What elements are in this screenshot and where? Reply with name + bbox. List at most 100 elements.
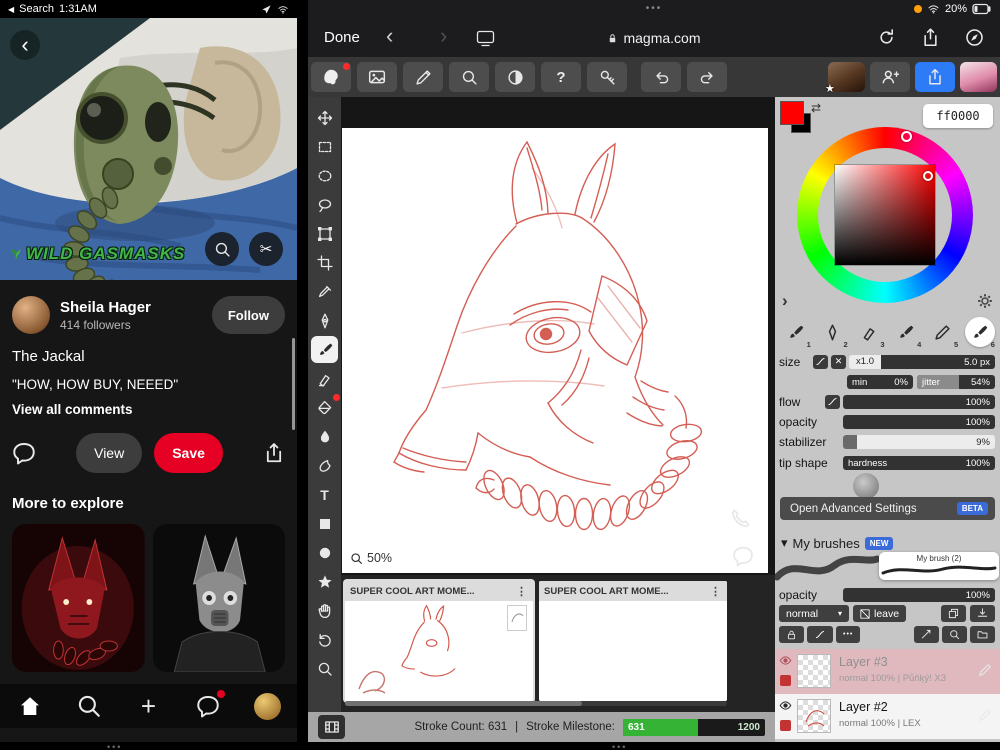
primary-color-swatch[interactable]: [780, 101, 804, 125]
back-to-app-label[interactable]: Search: [19, 3, 54, 15]
layer-folder-button[interactable]: [970, 626, 995, 643]
layer-row-2[interactable]: Layer #2 normal 100% | LEX: [775, 694, 1000, 739]
layer-more-button[interactable]: •••: [836, 626, 861, 643]
brush-tip-preview[interactable]: [853, 473, 879, 499]
projects-scrollbar[interactable]: [345, 701, 727, 706]
nav-home[interactable]: [10, 686, 50, 726]
project-tab-2[interactable]: SUPER COOL ART MOME... ⋮: [539, 581, 727, 701]
layer-thumbnail[interactable]: [797, 654, 831, 688]
save-button[interactable]: Save: [154, 433, 223, 473]
size-lock-toggle[interactable]: ✕: [831, 354, 846, 369]
ink-drop-tool[interactable]: [308, 422, 341, 451]
jitter-slider[interactable]: jitter 54%: [917, 374, 995, 389]
nav-search[interactable]: [69, 686, 109, 726]
explore-card-1[interactable]: [12, 524, 145, 672]
left-app-handle[interactable]: •••: [107, 742, 122, 750]
layer-visibility-icon[interactable]: [778, 699, 793, 712]
collapse-panel-chevron[interactable]: ›: [782, 291, 788, 311]
nav-inbox[interactable]: [188, 686, 228, 726]
reload-button[interactable]: [877, 28, 896, 47]
undo-button[interactable]: [641, 62, 681, 92]
clipping-mask-button[interactable]: [914, 626, 939, 643]
nav-create[interactable]: +: [128, 686, 168, 726]
zoom-indicator[interactable]: 50%: [350, 551, 392, 565]
merge-layer-button[interactable]: [970, 605, 995, 622]
hand-tool[interactable]: [308, 596, 341, 625]
mask-mode-button[interactable]: [495, 62, 535, 92]
brush-slot-2[interactable]: 2: [814, 315, 851, 349]
brush-slot-5[interactable]: 5: [924, 315, 961, 349]
voice-call-button[interactable]: [730, 507, 752, 529]
crop-share-button[interactable]: ✂: [249, 232, 283, 266]
brush-slot-3[interactable]: 3: [851, 315, 888, 349]
section-caret-icon[interactable]: ▾: [781, 535, 788, 551]
permissions-button[interactable]: [587, 62, 627, 92]
edit-button[interactable]: [403, 62, 443, 92]
redo-button[interactable]: [687, 62, 727, 92]
rect-select-tool[interactable]: [308, 132, 341, 161]
hardness-slider[interactable]: hardness 100%: [843, 455, 995, 470]
explore-card-2[interactable]: [152, 524, 285, 672]
brush-slot-4[interactable]: 4: [887, 315, 924, 349]
stabilizer-slider[interactable]: 9%: [843, 434, 995, 449]
min-size-slider[interactable]: min 0%: [847, 374, 913, 389]
brush-slot-1[interactable]: 1: [777, 315, 814, 349]
compass-extension-button[interactable]: [965, 28, 984, 47]
star-shape-tool[interactable]: [308, 567, 341, 596]
window-drag-handle[interactable]: •••: [308, 3, 1000, 14]
layer-lock-icon[interactable]: [780, 720, 791, 731]
brush-tool[interactable]: [311, 336, 338, 363]
comment-icon[interactable]: [12, 441, 36, 465]
canvas-viewport[interactable]: 50%: [341, 97, 775, 575]
blend-mode-dropdown[interactable]: normal ▾: [779, 605, 849, 622]
back-to-app-icon[interactable]: ◀: [8, 5, 14, 14]
hue-selector[interactable]: [901, 131, 912, 142]
view-button[interactable]: View: [76, 433, 143, 473]
back-button[interactable]: ‹: [10, 30, 40, 60]
pinterest-scrollbar[interactable]: [292, 338, 295, 430]
layer-edit-pencil-icon[interactable]: [978, 663, 992, 677]
transform-tool[interactable]: [308, 219, 341, 248]
layer-thumbnail[interactable]: [797, 699, 831, 733]
rotate-canvas-tool[interactable]: [308, 625, 341, 654]
author-name[interactable]: Sheila Hager: [60, 299, 151, 316]
fill-tool[interactable]: [308, 393, 341, 422]
curves-button[interactable]: [807, 626, 833, 643]
pen-tool[interactable]: [308, 306, 341, 335]
size-slider[interactable]: x1.0 5.0 px: [849, 354, 995, 369]
leave-toggle[interactable]: leave: [853, 605, 907, 622]
eyedropper-tool[interactable]: [308, 277, 341, 306]
hex-color-input[interactable]: [923, 104, 993, 128]
ellipse-select-tool[interactable]: [308, 161, 341, 190]
search-button[interactable]: [449, 62, 489, 92]
layer-opacity-slider[interactable]: 100%: [843, 587, 995, 602]
invite-button[interactable]: [870, 62, 910, 92]
my-brush-item[interactable]: My brush (2): [879, 552, 999, 580]
view-all-comments-link[interactable]: View all comments: [12, 402, 285, 417]
nav-profile[interactable]: [247, 686, 287, 726]
magma-menu-button[interactable]: [311, 62, 351, 92]
smudge-tool[interactable]: [308, 451, 341, 480]
zoom-tool[interactable]: [308, 654, 341, 683]
layer-search-button[interactable]: [942, 626, 967, 643]
move-tool[interactable]: [308, 103, 341, 132]
author-avatar[interactable]: [12, 296, 50, 334]
lock-layer-button[interactable]: [779, 626, 804, 643]
sv-selector[interactable]: [923, 171, 933, 181]
kebab-menu-icon[interactable]: ⋮: [516, 585, 528, 598]
share-icon[interactable]: [263, 442, 285, 464]
import-image-button[interactable]: [357, 62, 397, 92]
visual-search-button[interactable]: [205, 232, 239, 266]
collaborator-avatar-2[interactable]: [960, 62, 997, 92]
swap-colors-icon[interactable]: ⇄: [811, 101, 821, 115]
advanced-settings-button[interactable]: Open Advanced Settings BETA: [780, 497, 995, 520]
crop-tool[interactable]: [308, 248, 341, 277]
timeline-button[interactable]: [318, 715, 345, 739]
canvas-page[interactable]: 50%: [342, 128, 768, 573]
right-app-handle[interactable]: •••: [612, 742, 627, 750]
brush-slot-6[interactable]: 6: [961, 315, 998, 349]
kebab-menu-icon[interactable]: ⋮: [710, 585, 722, 598]
text-tool[interactable]: T: [308, 480, 341, 509]
flow-slider[interactable]: 100%: [843, 394, 995, 409]
project-tab-1[interactable]: SUPER COOL ART MOME... ⋮: [345, 581, 533, 701]
